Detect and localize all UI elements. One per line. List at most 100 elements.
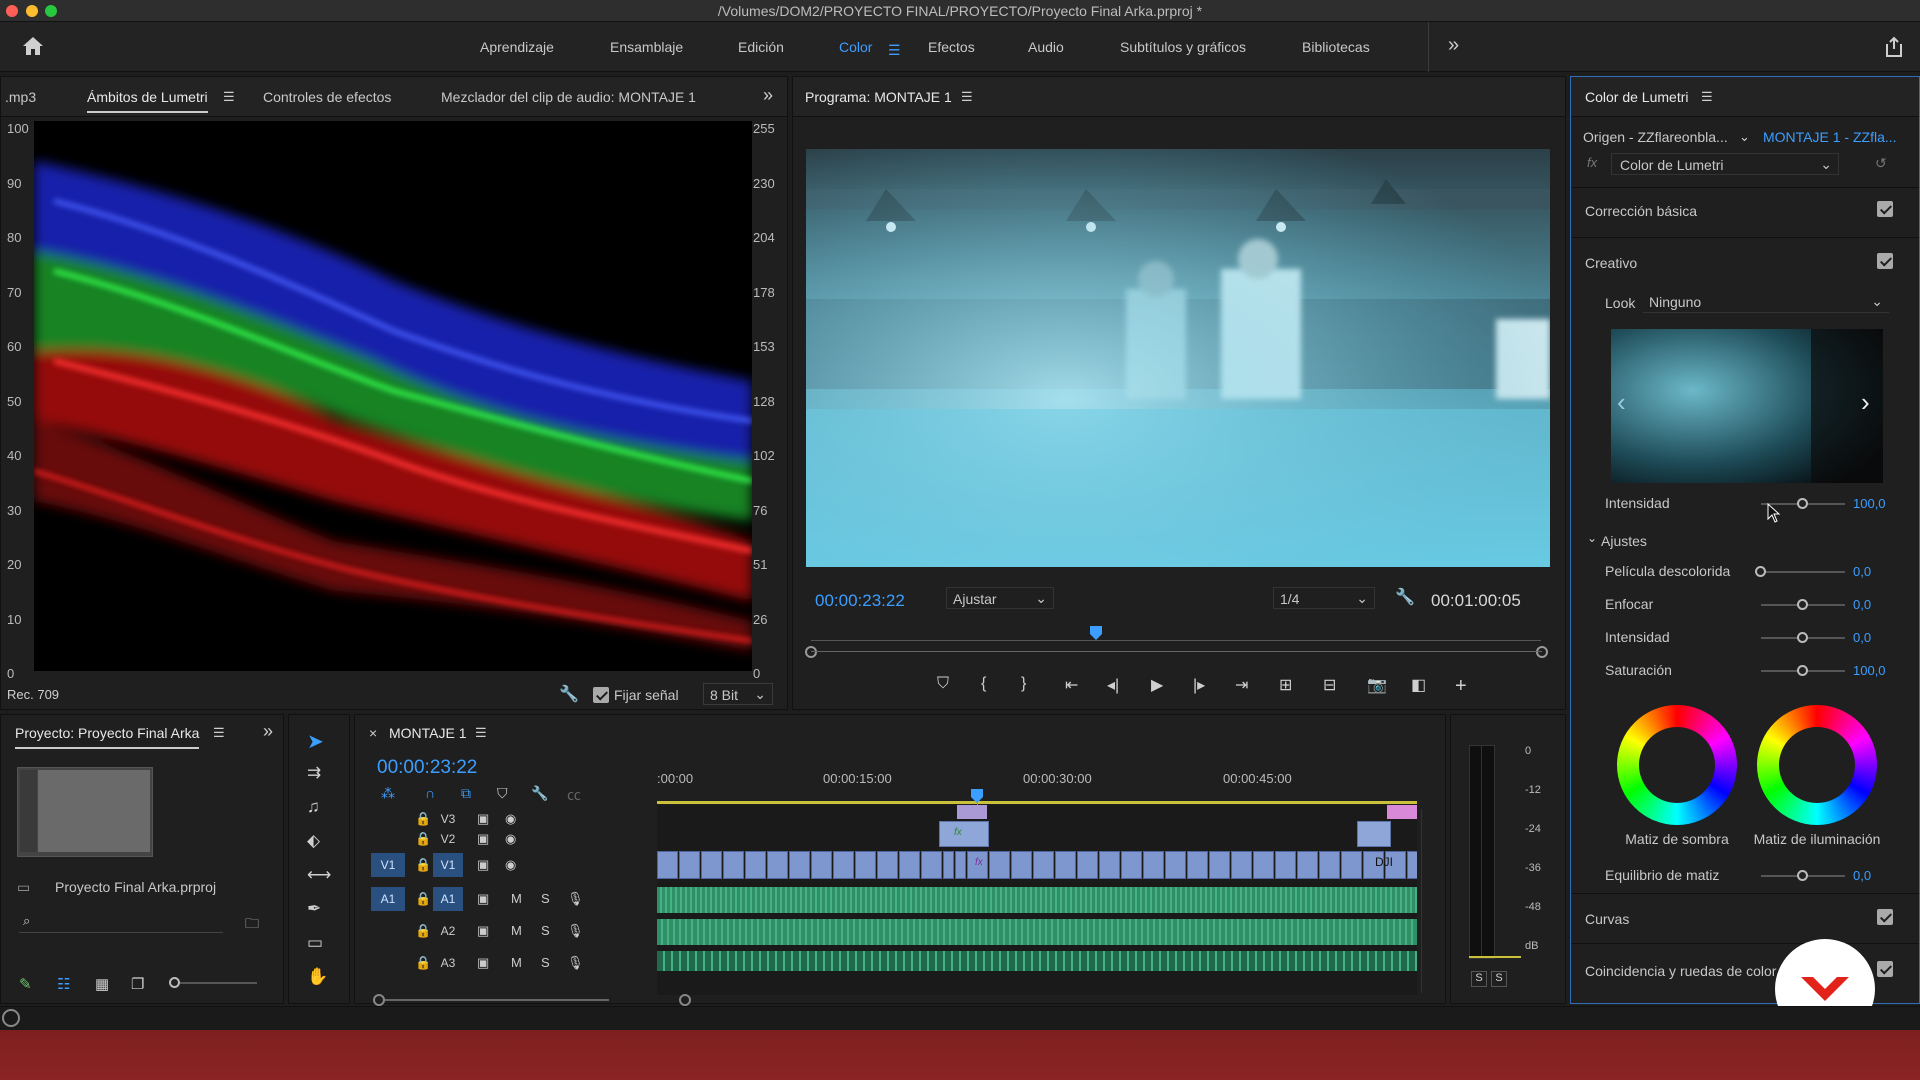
track-target-a1[interactable]: A1 bbox=[433, 887, 463, 911]
source-patch-a1[interactable]: A1 bbox=[371, 887, 405, 911]
wheel-center[interactable] bbox=[1639, 727, 1715, 803]
tint-balance-knob[interactable] bbox=[1797, 870, 1808, 881]
tab-lumetri-scopes[interactable]: Ámbitos de Lumetri bbox=[87, 89, 208, 113]
tint-balance-value[interactable]: 0,0 bbox=[1853, 868, 1871, 883]
nest-icon[interactable]: ⁂ bbox=[381, 785, 395, 802]
adjustment-knob[interactable] bbox=[1797, 665, 1808, 676]
selection-tool-icon[interactable]: ➤ bbox=[307, 729, 324, 754]
microphone-icon[interactable]: 🎙 bbox=[567, 891, 584, 907]
fix-signal-checkbox[interactable] bbox=[593, 687, 609, 703]
h-scroll-right[interactable] bbox=[679, 994, 691, 1006]
project-thumbnail[interactable] bbox=[17, 767, 153, 857]
target-sequence-link[interactable]: MONTAJE 1 - ZZfla... bbox=[1763, 129, 1897, 145]
microphone-icon[interactable]: 🎙 bbox=[567, 955, 584, 971]
mute-button[interactable]: M bbox=[511, 923, 522, 938]
workspace-tab-aprendizaje[interactable]: Aprendizaje bbox=[480, 39, 554, 55]
v1-clip[interactable] bbox=[1253, 851, 1274, 879]
section-color-match[interactable]: Coincidencia y ruedas de color bbox=[1585, 963, 1776, 979]
icon-view-icon[interactable]: ▦ bbox=[95, 975, 109, 993]
adjustment-value[interactable]: 0,0 bbox=[1853, 564, 1871, 579]
track-output-icon[interactable]: ▣ bbox=[477, 923, 489, 939]
lock-icon[interactable]: 🔒 bbox=[415, 831, 431, 847]
add-marker-icon[interactable]: ⛉ bbox=[497, 785, 508, 802]
lock-icon[interactable]: 🔒 bbox=[415, 923, 431, 939]
effect-select[interactable]: Color de Lumetri ⌄ bbox=[1611, 153, 1839, 175]
v1-clip[interactable] bbox=[877, 851, 898, 879]
solo-right-button[interactable]: S bbox=[1491, 971, 1507, 987]
mute-button[interactable]: M bbox=[511, 955, 522, 970]
go-to-in-icon[interactable]: ⇤ bbox=[1065, 675, 1078, 695]
extract-icon[interactable]: ⊟ bbox=[1323, 675, 1336, 695]
workspace-tab-audio[interactable]: Audio bbox=[1028, 39, 1064, 55]
list-view-icon[interactable]: ☷ bbox=[57, 975, 70, 993]
settings-wrench-icon[interactable]: 🔧 bbox=[531, 785, 548, 802]
adjustment-knob[interactable] bbox=[1797, 632, 1808, 643]
close-sequence-icon[interactable]: × bbox=[369, 725, 377, 741]
section-curves[interactable]: Curvas bbox=[1585, 911, 1629, 927]
zoom-handle-left[interactable] bbox=[805, 646, 817, 658]
h-scrollbar[interactable] bbox=[385, 999, 609, 1001]
solo-button[interactable]: S bbox=[541, 891, 550, 906]
panel-menu-icon[interactable]: ☰ bbox=[475, 725, 487, 741]
track-output-icon[interactable]: ▣ bbox=[477, 857, 489, 873]
section-creative[interactable]: Creativo bbox=[1585, 255, 1637, 271]
track-select-tool-icon[interactable]: ⇉ bbox=[307, 763, 321, 783]
pen-tool-icon[interactable]: ✒ bbox=[307, 899, 321, 919]
razor-tool-icon[interactable]: ⬖ bbox=[307, 831, 320, 851]
v1-clip[interactable] bbox=[1341, 851, 1362, 879]
eye-icon[interactable]: ◉ bbox=[505, 857, 516, 873]
panel-menu-icon[interactable]: ☰ bbox=[961, 89, 973, 105]
workspace-tab-ensamblaje[interactable]: Ensamblaje bbox=[610, 39, 683, 55]
eye-icon[interactable]: ◉ bbox=[505, 831, 516, 847]
compare-view-icon[interactable]: ◧ bbox=[1411, 675, 1426, 695]
v1-clip[interactable] bbox=[1319, 851, 1340, 879]
workspace-tab-efectos[interactable]: Efectos bbox=[928, 39, 975, 55]
v1-clip[interactable] bbox=[767, 851, 788, 879]
adjustment-knob[interactable] bbox=[1755, 566, 1766, 577]
v1-clip[interactable] bbox=[1231, 851, 1252, 879]
wrench-icon[interactable]: 🔧 bbox=[559, 684, 579, 704]
export-frame-icon[interactable]: 📷 bbox=[1367, 675, 1387, 695]
v1-clip[interactable] bbox=[943, 851, 954, 879]
v1-clip[interactable] bbox=[1407, 851, 1417, 879]
project-search-input[interactable]: ⌕ bbox=[19, 911, 223, 933]
resolution-select[interactable]: 1/4 ⌄ bbox=[1273, 587, 1375, 609]
v1-clip[interactable] bbox=[1055, 851, 1076, 879]
v1-clip[interactable] bbox=[1099, 851, 1120, 879]
linked-selection-icon[interactable]: ⧉ bbox=[461, 785, 471, 802]
track-target-v2[interactable]: V2 bbox=[433, 827, 463, 851]
program-timecode[interactable]: 00:00:23:22 bbox=[815, 591, 905, 611]
lumetri-title[interactable]: Color de Lumetri bbox=[1585, 89, 1689, 105]
adjustments-label[interactable]: Ajustes bbox=[1601, 533, 1647, 549]
adjustment-value[interactable]: 0,0 bbox=[1853, 630, 1871, 645]
add-marker-icon[interactable]: ⛉ bbox=[937, 675, 949, 693]
v2-clip[interactable] bbox=[1357, 821, 1391, 847]
v2-clip[interactable]: fx bbox=[939, 821, 989, 847]
program-title[interactable]: Programa: MONTAJE 1 bbox=[805, 89, 952, 105]
pencil-icon[interactable]: ✎ bbox=[19, 975, 32, 993]
tab-effect-controls[interactable]: Controles de efectos bbox=[263, 89, 391, 105]
look-select[interactable]: Ninguno ⌄ bbox=[1643, 291, 1889, 313]
v1-clip[interactable] bbox=[1121, 851, 1142, 879]
source-patch-v1[interactable]: V1 bbox=[371, 853, 405, 877]
workspace-menu-icon[interactable]: ☰ bbox=[888, 42, 901, 59]
v1-clip[interactable] bbox=[723, 851, 744, 879]
new-bin-icon[interactable]: 🗀 bbox=[245, 913, 259, 937]
solo-button[interactable]: S bbox=[541, 923, 550, 938]
snap-icon[interactable]: ∩ bbox=[425, 785, 435, 801]
basic-correction-checkbox[interactable] bbox=[1877, 201, 1893, 217]
lock-icon[interactable]: 🔒 bbox=[415, 955, 431, 971]
v1-clip[interactable] bbox=[855, 851, 876, 879]
fit-select[interactable]: Ajustar ⌄ bbox=[946, 587, 1054, 609]
zoom-handle-right[interactable] bbox=[1536, 646, 1548, 658]
workspace-tab-edicion[interactable]: Edición bbox=[738, 39, 784, 55]
v1-clip[interactable] bbox=[921, 851, 942, 879]
track-output-icon[interactable]: ▣ bbox=[477, 891, 489, 907]
track-target-a3[interactable]: A3 bbox=[433, 951, 463, 975]
sequence-tab[interactable]: MONTAJE 1 bbox=[389, 725, 467, 741]
v1-clip[interactable] bbox=[899, 851, 920, 879]
more-tabs-icon[interactable]: » bbox=[263, 721, 273, 742]
time-ruler[interactable]: :00:00 00:00:15:00 00:00:30:00 00:00:45:00 bbox=[657, 771, 1417, 791]
source-clip-select[interactable]: Origen - ZZflareonbla... bbox=[1583, 129, 1728, 145]
home-icon[interactable] bbox=[22, 36, 44, 61]
